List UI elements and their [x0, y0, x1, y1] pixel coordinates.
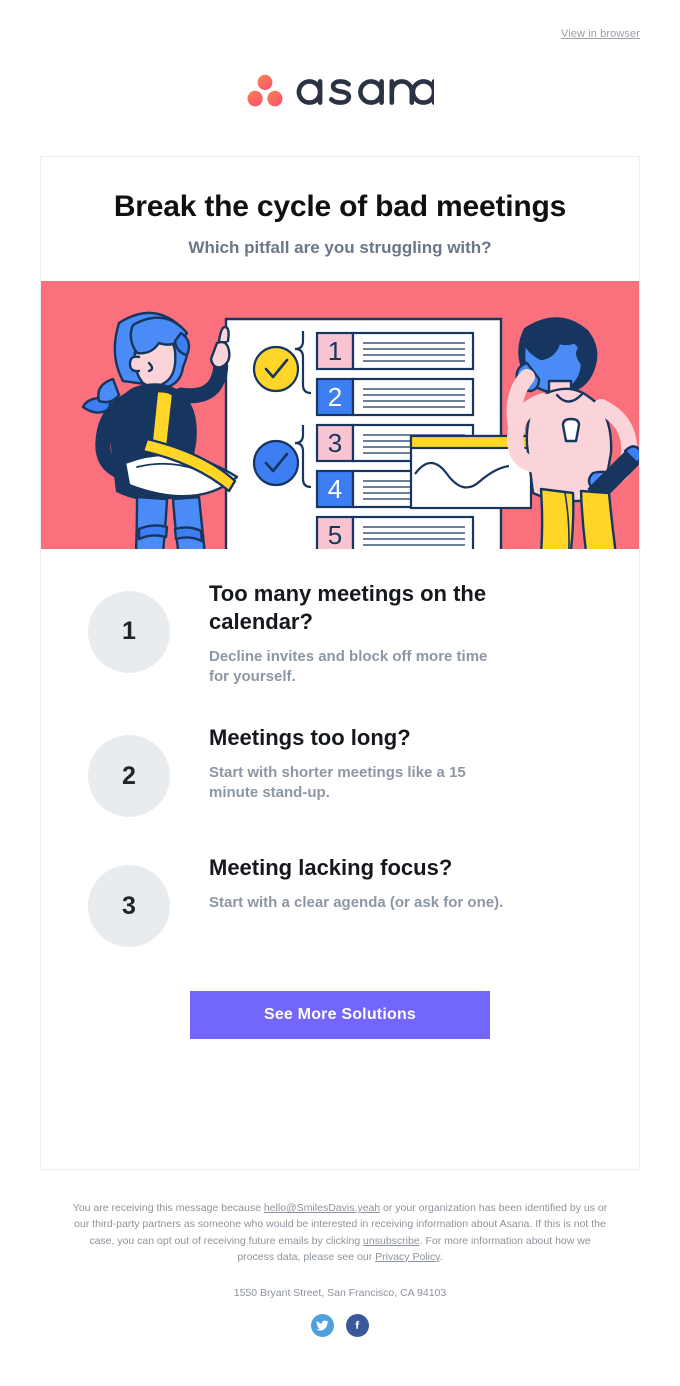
list-item-description: Start with shorter meetings like a 15 mi…	[209, 763, 466, 802]
cta-container: See More Solutions	[41, 947, 639, 1040]
view-in-browser-link[interactable]: View in browser	[561, 28, 640, 40]
page-title: Break the cycle of bad meetings	[113, 190, 567, 223]
social-links	[70, 1314, 610, 1338]
legal-text-part1: You are receiving this message because	[72, 1202, 264, 1214]
brand-header	[0, 42, 680, 138]
list-item-description: Start with a clear agenda (or ask for on…	[209, 893, 504, 911]
check-circle-yellow	[252, 345, 300, 392]
recipient-email-link[interactable]: hello@SmilesDavis.yeah	[264, 1202, 380, 1214]
check-circle-blue	[252, 439, 300, 486]
list-item-title: Meeting lacking focus?	[209, 855, 453, 881]
company-address: 1550 Bryant Street, San Francisco, CA 94…	[233, 1287, 447, 1300]
asana-wordmark	[292, 69, 436, 112]
privacy-policy-link[interactable]: Privacy Policy	[375, 1251, 440, 1263]
page-subtitle: Which pitfall are you struggling with?	[188, 237, 492, 257]
legal-text-part4: .	[439, 1250, 443, 1263]
preheader-bar: View in browser	[0, 0, 680, 42]
list-item-description: Decline invites and block off more time …	[209, 647, 488, 686]
list-item: 2 Meetings too long? Start with shorter …	[88, 721, 611, 818]
hero-illustration: 1 2 3 4 5	[41, 280, 639, 549]
solutions-list: 1 Too many meetings on the calendar? Dec…	[41, 549, 639, 948]
list-item-number: 3	[88, 865, 170, 948]
twitter-icon[interactable]	[311, 1314, 334, 1338]
email-footer: You are receiving this message because h…	[0, 1200, 680, 1338]
unsubscribe-link[interactable]: unsubscribe	[363, 1235, 420, 1247]
checklist-number-3: 3	[328, 428, 342, 458]
list-item: 3 Meeting lacking focus? Start with a cl…	[88, 851, 611, 948]
asana-logo[interactable]	[247, 68, 436, 112]
list-item-title: Meetings too long?	[209, 725, 411, 751]
list-item-body: Too many meetings on the calendar? Decli…	[170, 577, 509, 688]
checklist-number-4: 4	[328, 474, 342, 504]
checklist-number-5: 5	[328, 520, 342, 549]
facebook-icon[interactable]	[346, 1314, 369, 1338]
legal-text: You are receiving this message because h…	[70, 1200, 610, 1265]
list-item-body: Meetings too long? Start with shorter me…	[170, 721, 509, 803]
list-item-body: Meeting lacking focus? Start with a clea…	[170, 851, 503, 913]
asana-dots-icon	[247, 74, 283, 107]
card-header: Break the cycle of bad meetings Which pi…	[41, 157, 639, 281]
list-item-title: Too many meetings on the calendar?	[209, 580, 487, 635]
list-item-number: 2	[88, 735, 170, 818]
email-card: Break the cycle of bad meetings Which pi…	[40, 156, 640, 1170]
checklist-number-1: 1	[328, 336, 342, 366]
list-item: 1 Too many meetings on the calendar? Dec…	[88, 577, 611, 688]
checklist-number-2: 2	[328, 382, 342, 412]
list-item-number: 1	[88, 590, 170, 673]
see-more-solutions-button[interactable]: See More Solutions	[190, 991, 490, 1040]
